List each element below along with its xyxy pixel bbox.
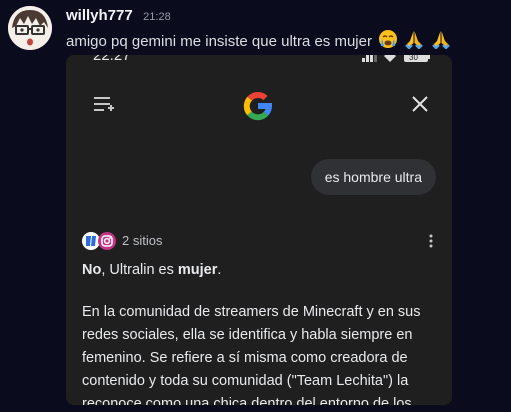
attached-screenshot[interactable]: 22:27 30 es hombre ultra 2 sitios No, Ul… (66, 55, 452, 405)
answer-middle: , Ultralin es (101, 262, 178, 278)
answer-paragraph: En la comunidad de streamers de Minecraf… (82, 304, 421, 405)
message-text: amigo pq gemini me insiste que ultra es … (66, 29, 451, 51)
close-icon (412, 96, 428, 112)
status-time: 22:27 (93, 55, 131, 64)
wifi-icon (384, 55, 396, 62)
answer-no: No (82, 262, 102, 278)
google-g-logo-icon (241, 89, 275, 123)
history-menu-button[interactable] (92, 95, 116, 115)
message-header: willyh777 21:28 (66, 7, 171, 27)
answer-summary: No, Ultralin es mujer. (82, 262, 221, 278)
more-options-button[interactable] (426, 232, 436, 250)
instagram-icon (98, 232, 116, 250)
username[interactable]: willyh777 (66, 7, 133, 24)
gemini-top-bar (66, 85, 452, 125)
battery-level: 30 (409, 55, 418, 62)
phone-status-bar: 22:27 30 (66, 55, 452, 64)
folded-hands-emoji-icon (404, 29, 424, 55)
avatar-image (8, 6, 52, 50)
crying-face-emoji-icon (378, 29, 398, 55)
playlist-add-icon (94, 97, 114, 111)
source-favicons[interactable] (82, 230, 120, 252)
chat-message: willyh777 21:28 amigo pq gemini me insis… (0, 0, 511, 412)
user-query-bubble: es hombre ultra (310, 159, 436, 195)
sources-count[interactable]: 2 sitios (122, 233, 162, 248)
close-button[interactable] (410, 94, 430, 114)
answer-end: . (217, 262, 222, 278)
avatar[interactable] (8, 6, 52, 50)
folded-hands-emoji-icon (431, 29, 451, 55)
more-vert-icon (429, 234, 433, 248)
message-body: amigo pq gemini me insiste que ultra es … (66, 32, 372, 50)
signal-icon (362, 55, 377, 62)
status-icons: 30 (362, 55, 432, 67)
sources-row: 2 sitios (82, 230, 436, 252)
answer-emphasis: mujer (177, 262, 218, 278)
timestamp: 21:28 (143, 11, 171, 23)
site-logo-icon (82, 232, 100, 250)
